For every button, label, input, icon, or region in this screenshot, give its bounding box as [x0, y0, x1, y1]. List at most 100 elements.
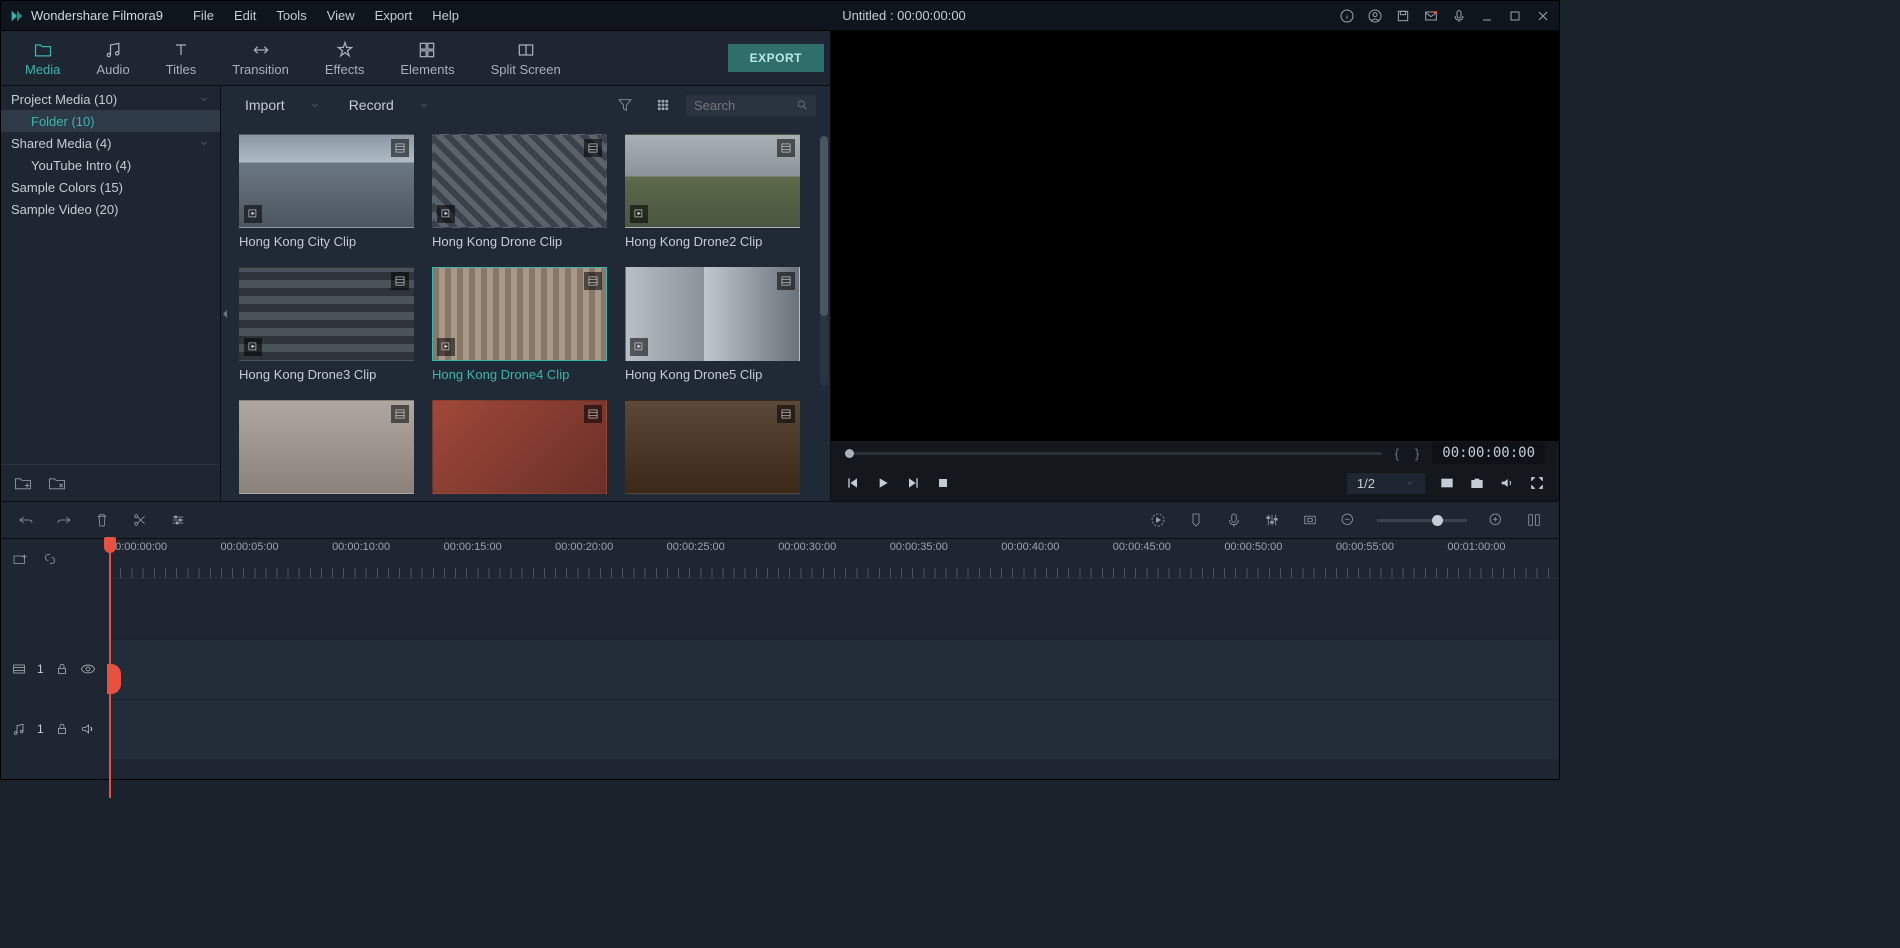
search-input[interactable]	[694, 98, 796, 113]
add-to-timeline-icon[interactable]	[244, 205, 262, 223]
snapshot-icon[interactable]	[1469, 475, 1485, 491]
save-icon[interactable]	[1395, 8, 1411, 24]
search-box[interactable]	[686, 95, 816, 116]
video-track-body[interactable]	[109, 639, 1559, 699]
voiceover-icon[interactable]	[1225, 511, 1243, 529]
stop-icon[interactable]	[935, 475, 951, 491]
clip-item[interactable]: Hong Kong Drone5 Clip	[625, 267, 800, 382]
import-dropdown[interactable]: Import	[235, 93, 331, 117]
tab-audio[interactable]: Audio	[78, 36, 147, 81]
next-frame-icon[interactable]	[905, 475, 921, 491]
menu-file[interactable]: File	[183, 8, 224, 23]
menu-export[interactable]: Export	[365, 8, 423, 23]
render-icon[interactable]	[1149, 511, 1167, 529]
visibility-icon[interactable]	[80, 661, 96, 677]
mute-icon[interactable]	[80, 721, 96, 737]
menu-edit[interactable]: Edit	[224, 8, 266, 23]
zoom-in-icon[interactable]	[1487, 511, 1505, 529]
link-icon[interactable]	[41, 550, 59, 568]
sidebar-item-sample-video[interactable]: Sample Video (20)	[1, 198, 220, 220]
play-icon[interactable]	[875, 475, 891, 491]
add-folder-icon[interactable]	[13, 473, 33, 493]
mark-out-button[interactable]: }	[1412, 446, 1422, 461]
timeline-ruler[interactable]: 00:00:00:00 00:00:05:00 00:00:10:00 00:0…	[109, 539, 1559, 579]
preview-scrubber[interactable]	[845, 452, 1382, 455]
add-to-timeline-icon[interactable]	[437, 205, 455, 223]
audio-track[interactable]: 1	[1, 699, 1559, 759]
menu-view[interactable]: View	[317, 8, 365, 23]
chevron-down-icon	[198, 93, 210, 105]
record-dropdown[interactable]: Record	[339, 93, 440, 117]
tab-elements[interactable]: Elements	[382, 36, 472, 81]
add-to-timeline-icon[interactable]	[244, 338, 262, 356]
collapse-sidebar-handle[interactable]	[220, 294, 230, 334]
video-track[interactable]: 1	[1, 639, 1559, 699]
zoom-fit-icon[interactable]	[1525, 511, 1543, 529]
sidebar-item-shared-media[interactable]: Shared Media (4)	[1, 132, 220, 154]
crop-icon[interactable]	[1301, 511, 1319, 529]
preview-video[interactable]	[831, 31, 1559, 441]
sidebar-item-youtube-intro[interactable]: YouTube Intro (4)	[1, 154, 220, 176]
mark-in-button[interactable]: {	[1392, 446, 1402, 461]
add-track-icon[interactable]	[11, 550, 29, 568]
tab-split-screen[interactable]: Split Screen	[473, 36, 579, 81]
audio-mixer-icon[interactable]	[1263, 511, 1281, 529]
mic-icon[interactable]	[1451, 8, 1467, 24]
lock-icon[interactable]	[54, 661, 70, 677]
remove-folder-icon[interactable]	[47, 473, 67, 493]
clip-item[interactable]: Hong Kong City Clip	[239, 134, 414, 249]
tab-effects[interactable]: Effects	[307, 36, 383, 81]
add-to-timeline-icon[interactable]	[630, 205, 648, 223]
filter-icon[interactable]	[616, 96, 634, 114]
edit-icon[interactable]	[169, 511, 187, 529]
sidebar-item-folder[interactable]: Folder (10)	[1, 110, 220, 132]
zoom-out-icon[interactable]	[1339, 511, 1357, 529]
clip-item[interactable]: Hong Kong Drone4 Clip	[432, 267, 607, 382]
add-to-timeline-icon[interactable]	[437, 338, 455, 356]
grid-view-icon[interactable]	[654, 96, 672, 114]
volume-icon[interactable]	[1499, 475, 1515, 491]
minimize-icon[interactable]	[1479, 8, 1495, 24]
sidebar-item-project-media[interactable]: Project Media (10)	[1, 88, 220, 110]
clip-grid: Hong Kong City Clip Hong Kong Drone Clip	[221, 124, 830, 501]
media-browser: Import Record	[221, 86, 830, 501]
zoom-slider[interactable]	[1377, 519, 1467, 522]
clip-item[interactable]: Hong Kong Drone2 Clip	[625, 134, 800, 249]
account-icon[interactable]	[1367, 8, 1383, 24]
redo-icon[interactable]	[55, 511, 73, 529]
playhead[interactable]	[109, 539, 111, 798]
marker-icon[interactable]	[1187, 511, 1205, 529]
menu-tools[interactable]: Tools	[266, 8, 316, 23]
browser-scrollbar[interactable]	[820, 136, 828, 386]
clip-item[interactable]: Hong Kong Drone Clip	[432, 134, 607, 249]
tab-media[interactable]: Media	[7, 36, 78, 81]
split-icon	[516, 40, 536, 60]
clip-item[interactable]	[432, 400, 607, 500]
clip-item[interactable]	[239, 400, 414, 500]
clip-label: Hong Kong Drone4 Clip	[432, 367, 607, 382]
split-icon[interactable]	[131, 511, 149, 529]
preview-scale-select[interactable]: 1/2	[1347, 473, 1425, 494]
fullscreen-icon[interactable]	[1529, 475, 1545, 491]
menu-help[interactable]: Help	[422, 8, 469, 23]
maximize-icon[interactable]	[1507, 8, 1523, 24]
add-to-timeline-icon[interactable]	[630, 338, 648, 356]
message-icon[interactable]	[1423, 8, 1439, 24]
undo-icon[interactable]	[17, 511, 35, 529]
clip-item[interactable]: Hong Kong Drone3 Clip	[239, 267, 414, 382]
audio-track-body[interactable]	[109, 699, 1559, 759]
sidebar-item-sample-colors[interactable]: Sample Colors (15)	[1, 176, 220, 198]
ruler-mark: 00:00:05:00	[221, 539, 333, 578]
close-icon[interactable]	[1535, 8, 1551, 24]
track-number: 1	[37, 722, 44, 736]
tab-transition[interactable]: Transition	[214, 36, 307, 81]
export-button[interactable]: EXPORT	[728, 44, 824, 72]
prev-frame-icon[interactable]	[845, 475, 861, 491]
lock-icon[interactable]	[54, 721, 70, 737]
clip-item[interactable]	[625, 400, 800, 500]
timeline-toolbar	[1, 501, 1559, 539]
info-icon[interactable]	[1339, 8, 1355, 24]
delete-icon[interactable]	[93, 511, 111, 529]
quality-icon[interactable]	[1439, 475, 1455, 491]
tab-titles[interactable]: Titles	[148, 36, 215, 81]
